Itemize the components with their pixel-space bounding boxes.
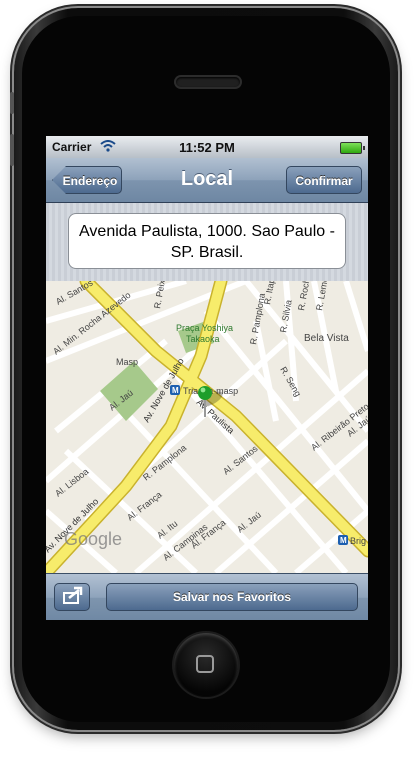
map-label-takaoka: Takaoka [186,334,220,344]
save-favorites-button[interactable]: Salvar nos Favoritos [106,583,358,611]
clock: 11:52 PM [179,140,235,155]
home-button[interactable] [174,633,238,697]
battery-icon [340,142,365,154]
confirm-button[interactable]: Confirmar [286,166,362,194]
svg-text:M: M [340,536,347,545]
bottom-toolbar: Salvar nos Favoritos [46,573,368,620]
navigation-bar: Endereço Local Confirmar [46,158,368,203]
google-logo: Google [64,529,122,549]
screen: Carrier 11:52 PM Endereço Local Confirma… [46,136,368,620]
status-bar: Carrier 11:52 PM [46,136,368,158]
map-label-masp: Masp [116,357,138,367]
home-square-icon [196,655,214,673]
mute-switch [10,92,14,114]
map-label-brig: Brig [350,536,366,546]
map-view[interactable]: M M Masp Praça Yoshiya Takaoka Trianon-m… [46,281,368,573]
address-text: Avenida Paulista, 1000. Sao Paulo - SP. … [68,213,346,269]
volume-up-button [10,134,14,166]
svg-text:M: M [172,386,179,395]
share-arrow-icon [63,586,83,604]
earpiece-speaker [176,77,240,87]
map-label-praca: Praça Yoshiya [176,323,233,333]
address-panel: Avenida Paulista, 1000. Sao Paulo - SP. … [46,203,368,281]
map-canvas[interactable]: M M Masp Praça Yoshiya Takaoka Trianon-m… [46,281,368,573]
share-button[interactable] [54,583,90,611]
map-label-bela-vista: Bela Vista [304,333,349,344]
